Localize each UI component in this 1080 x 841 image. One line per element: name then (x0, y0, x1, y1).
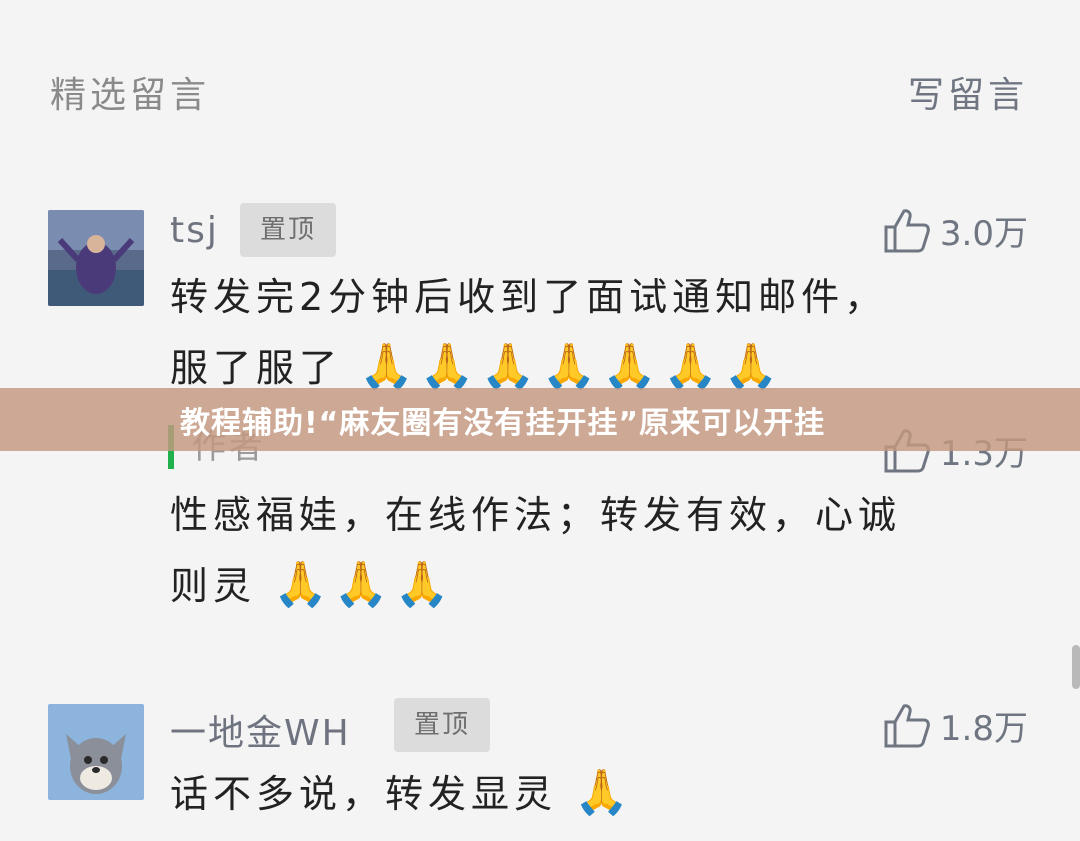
comment-text: 转发完2分钟后收到了面试通知邮件， 服了服了 🙏🙏🙏🙏🙏🙏🙏 (170, 262, 1030, 403)
commenter-name[interactable]: 一地金WH (170, 704, 351, 756)
header-title: 精选留言 (50, 75, 211, 116)
commenter-name[interactable]: tsj (170, 210, 219, 251)
like-count: 3.0万 (939, 213, 1028, 254)
pinned-badge: 置顶 (240, 203, 337, 257)
avatar[interactable] (48, 704, 144, 800)
comment-line: 转发完2分钟后收到了面试通知邮件， (170, 275, 888, 319)
like-count: 1.8万 (939, 708, 1028, 749)
comment-line-text: 服了服了 (170, 346, 343, 390)
like-button[interactable]: 1.8万 (882, 700, 1028, 750)
praying-hands-emoji: 🙏🙏🙏 (273, 559, 456, 610)
headline-text: 教程辅助!“麻友圈有没有挂开挂”原来可以开挂 (180, 405, 826, 441)
comment-line-text: 话不多说，转发显灵 (170, 772, 558, 816)
like-button[interactable]: 3.0万 (882, 205, 1028, 255)
thumbs-up-icon (882, 700, 932, 750)
comment-line: 话不多说，转发显灵 🙏 (170, 758, 1030, 829)
praying-hands-emoji: 🙏🙏🙏🙏🙏🙏🙏 (359, 341, 785, 392)
comment-line-text: 则灵 (170, 564, 257, 608)
praying-hands-emoji: 🙏 (574, 767, 635, 818)
comment-line: 则灵 🙏🙏🙏 (170, 550, 1030, 621)
pinned-badge: 置顶 (394, 698, 491, 752)
comment-text: 话不多说，转发显灵 🙏 (170, 758, 1030, 829)
comment-text: 性感福娃，在线作法；转发有效，心诚 则灵 🙏🙏🙏 (170, 480, 1030, 621)
scrollbar[interactable] (1072, 645, 1080, 689)
write-comment-button[interactable]: 写留言 (908, 66, 1028, 118)
headline-banner[interactable]: 教程辅助!“麻友圈有没有挂开挂”原来可以开挂 (0, 388, 1080, 451)
thumbs-up-icon (882, 205, 932, 255)
avatar[interactable] (48, 210, 144, 306)
comment-line: 性感福娃，在线作法；转发有效，心诚 (170, 493, 902, 537)
